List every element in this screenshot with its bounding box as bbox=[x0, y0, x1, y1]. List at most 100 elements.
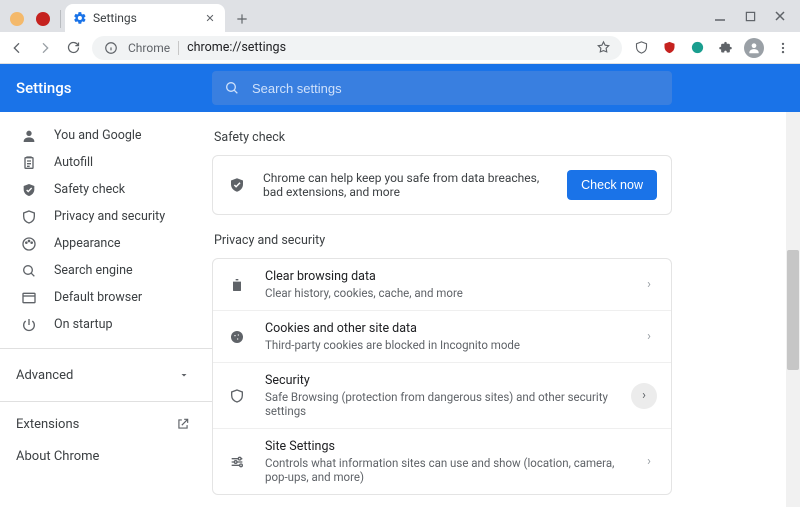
safety-check-card: Chrome can help keep you safe from data … bbox=[212, 155, 672, 215]
shield-outline-icon[interactable] bbox=[632, 39, 650, 57]
sidebar-item-privacy-security[interactable]: Privacy and security bbox=[0, 203, 212, 230]
sidebar-item-search-engine[interactable]: Search engine bbox=[0, 257, 212, 284]
site-info-icon[interactable] bbox=[102, 39, 120, 57]
search-input[interactable] bbox=[252, 81, 660, 96]
browser-icon bbox=[20, 289, 38, 307]
section-title-safety: Safety check bbox=[214, 130, 672, 145]
chevron-right-icon: › bbox=[641, 454, 657, 469]
row-subtitle: Controls what information sites can use … bbox=[265, 456, 623, 484]
close-icon[interactable] bbox=[203, 11, 217, 25]
tune-icon bbox=[227, 452, 247, 472]
power-icon bbox=[20, 316, 38, 334]
main-panel: Safety check Chrome can help keep you sa… bbox=[212, 112, 800, 507]
row-title: Security bbox=[265, 373, 613, 388]
open-external-icon bbox=[176, 417, 190, 431]
settings-header: Settings bbox=[0, 64, 800, 112]
gear-icon bbox=[73, 11, 87, 25]
row-cookies[interactable]: Cookies and other site data Third-party … bbox=[213, 310, 671, 362]
settings-search[interactable] bbox=[212, 71, 672, 105]
sidebar-item-label: Safety check bbox=[54, 182, 125, 197]
address-bar[interactable]: Chrome chrome://settings bbox=[92, 36, 622, 60]
omnibox-origin: Chrome bbox=[128, 41, 170, 55]
shield-check-icon bbox=[20, 181, 38, 199]
advanced-label: Advanced bbox=[16, 368, 73, 383]
sidebar-item-safety-check[interactable]: Safety check bbox=[0, 176, 212, 203]
row-title: Clear browsing data bbox=[265, 269, 623, 284]
reload-icon[interactable] bbox=[64, 39, 82, 57]
row-subtitle: Third-party cookies are blocked in Incog… bbox=[265, 338, 623, 352]
extension-icons bbox=[632, 38, 792, 58]
puzzle-icon[interactable] bbox=[716, 39, 734, 57]
sidebar-item-label: Privacy and security bbox=[54, 209, 165, 224]
chevron-right-icon: › bbox=[641, 329, 657, 344]
content-area: You and Google Autofill Safety check Pri… bbox=[0, 112, 800, 507]
tabstrip: Settings bbox=[0, 0, 255, 32]
palette-icon bbox=[20, 235, 38, 253]
new-tab-button[interactable] bbox=[229, 6, 255, 32]
sidebar-divider bbox=[0, 401, 212, 402]
star-icon[interactable] bbox=[594, 39, 612, 57]
privacy-security-card: Clear browsing data Clear history, cooki… bbox=[212, 258, 672, 495]
sidebar: You and Google Autofill Safety check Pri… bbox=[0, 112, 212, 507]
search-icon bbox=[224, 80, 240, 96]
row-security[interactable]: Security Safe Browsing (protection from … bbox=[213, 362, 671, 428]
forward-icon[interactable] bbox=[36, 39, 54, 57]
chevron-right-icon: › bbox=[641, 277, 657, 292]
profile-avatar[interactable] bbox=[744, 38, 764, 58]
row-subtitle: Clear history, cookies, cache, and more bbox=[265, 286, 623, 300]
row-site-settings[interactable]: Site Settings Controls what information … bbox=[213, 428, 671, 494]
sidebar-advanced[interactable]: Advanced bbox=[0, 359, 212, 391]
trash-icon bbox=[227, 275, 247, 295]
minimize-icon[interactable] bbox=[712, 8, 728, 24]
kebab-menu-icon[interactable] bbox=[774, 39, 792, 57]
tab-separator bbox=[60, 10, 61, 28]
scrollbar-thumb[interactable] bbox=[787, 250, 799, 370]
section-title-privacy: Privacy and security bbox=[214, 233, 672, 248]
sidebar-item-label: Search engine bbox=[54, 263, 133, 278]
clipboard-icon bbox=[20, 154, 38, 172]
sidebar-item-default-browser[interactable]: Default browser bbox=[0, 284, 212, 311]
chevron-right-icon: › bbox=[631, 383, 657, 409]
window-titlebar: Settings bbox=[0, 0, 800, 32]
maximize-icon[interactable] bbox=[742, 8, 758, 24]
window-close-icon[interactable] bbox=[772, 8, 788, 24]
sidebar-item-label: Default browser bbox=[54, 290, 142, 305]
browser-toolbar: Chrome chrome://settings bbox=[0, 32, 800, 64]
shield-red-icon[interactable] bbox=[660, 39, 678, 57]
omnibox-url: chrome://settings bbox=[187, 40, 586, 55]
sidebar-item-label: Appearance bbox=[54, 236, 121, 251]
row-clear-browsing-data[interactable]: Clear browsing data Clear history, cooki… bbox=[213, 259, 671, 310]
browser-tab-settings[interactable]: Settings bbox=[65, 4, 225, 32]
sidebar-divider bbox=[0, 348, 212, 349]
pinned-tab-2[interactable] bbox=[30, 6, 56, 32]
person-icon bbox=[20, 127, 38, 145]
chevron-down-icon bbox=[178, 369, 190, 381]
window-controls bbox=[712, 0, 796, 32]
back-icon[interactable] bbox=[8, 39, 26, 57]
sidebar-item-label: On startup bbox=[54, 317, 112, 332]
safety-message: Chrome can help keep you safe from data … bbox=[263, 171, 551, 199]
about-label: About Chrome bbox=[16, 449, 99, 464]
search-icon bbox=[20, 262, 38, 280]
sidebar-extensions[interactable]: Extensions bbox=[0, 408, 212, 440]
extensions-label: Extensions bbox=[16, 417, 79, 432]
sidebar-item-you-google[interactable]: You and Google bbox=[0, 122, 212, 149]
sidebar-item-label: You and Google bbox=[54, 128, 142, 143]
row-title: Site Settings bbox=[265, 439, 623, 454]
check-now-button[interactable]: Check now bbox=[567, 170, 657, 200]
globe-check-icon[interactable] bbox=[688, 39, 706, 57]
row-title: Cookies and other site data bbox=[265, 321, 623, 336]
tab-title: Settings bbox=[93, 11, 197, 25]
page-title: Settings bbox=[0, 79, 212, 97]
sidebar-item-autofill[interactable]: Autofill bbox=[0, 149, 212, 176]
pinned-tab-1[interactable] bbox=[4, 6, 30, 32]
sidebar-about-chrome[interactable]: About Chrome bbox=[0, 440, 212, 472]
sidebar-item-label: Autofill bbox=[54, 155, 93, 170]
sidebar-item-on-startup[interactable]: On startup bbox=[0, 311, 212, 338]
sidebar-item-appearance[interactable]: Appearance bbox=[0, 230, 212, 257]
security-icon bbox=[227, 386, 247, 406]
omnibox-separator bbox=[178, 41, 179, 55]
security-icon bbox=[20, 208, 38, 226]
cookie-icon bbox=[227, 327, 247, 347]
shield-check-icon bbox=[227, 175, 247, 195]
